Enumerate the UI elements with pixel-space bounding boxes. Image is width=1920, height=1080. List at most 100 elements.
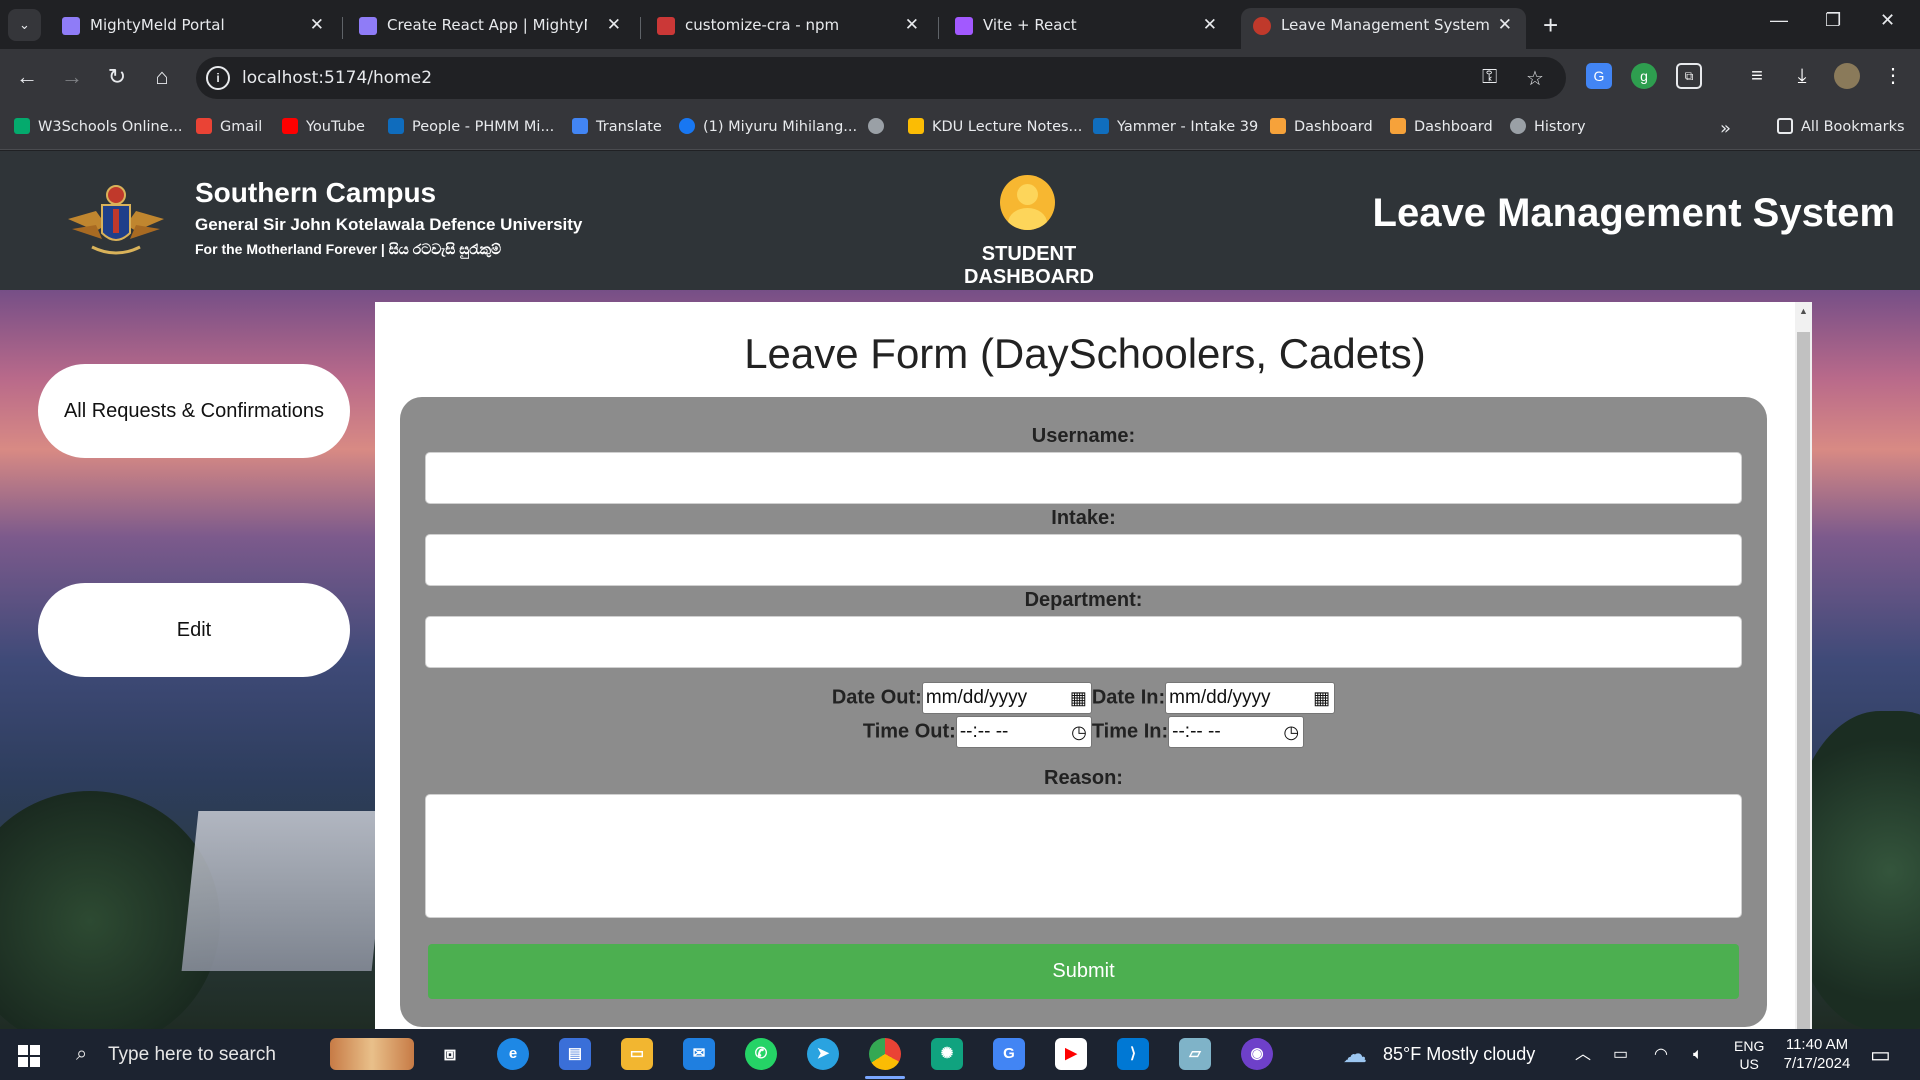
bookmark-translate[interactable]: Translate <box>572 118 662 135</box>
clock[interactable]: 11:40 AM 7/17/2024 <box>1772 1035 1862 1073</box>
grammar-extension-icon[interactable]: g <box>1631 63 1657 89</box>
bookmark-gmail[interactable]: Gmail <box>196 118 262 135</box>
store-icon[interactable]: ▤ <box>559 1038 591 1070</box>
calendar-icon[interactable]: ▦ <box>1313 683 1330 713</box>
all-requests-button[interactable]: All Requests & Confirmations <box>38 364 350 458</box>
language-indicator[interactable]: ENG US <box>1734 1037 1764 1073</box>
department-input[interactable] <box>425 616 1742 668</box>
close-tab-icon[interactable]: ✕ <box>310 8 324 42</box>
download-icon[interactable]: ⤓ <box>1789 63 1815 89</box>
chrome-icon[interactable] <box>869 1038 901 1070</box>
minimize-icon[interactable]: — <box>1770 10 1788 31</box>
notepad-icon[interactable]: ▱ <box>1179 1038 1211 1070</box>
date-in-picker[interactable]: mm/dd/yyyy ▦ <box>1165 682 1336 714</box>
telegram-icon[interactable]: ➤ <box>807 1038 839 1070</box>
google-translate-icon[interactable]: G <box>993 1038 1025 1070</box>
browser-tab-5-active[interactable]: Leave Management System KDU ✕ <box>1241 8 1526 49</box>
edit-button[interactable]: Edit <box>38 583 350 677</box>
page-viewport: Southern Campus General Sir John Kotelaw… <box>0 151 1920 1029</box>
dashboard-label: STUDENT DASHBOARD <box>964 243 1094 288</box>
scrollbar-thumb[interactable] <box>1797 332 1810 1029</box>
submit-button[interactable]: Submit <box>428 944 1739 999</box>
reason-textarea[interactable] <box>425 794 1742 918</box>
battery-icon[interactable]: ▭ <box>1613 1029 1628 1080</box>
bookmark-people[interactable]: People - PHMM Mi... <box>388 118 554 135</box>
task-view-icon[interactable]: ⧈ <box>434 1038 466 1070</box>
windows-start-icon[interactable] <box>18 1045 40 1067</box>
bookmark-globe[interactable] <box>868 118 892 135</box>
more-bookmarks-chevron-icon[interactable]: » <box>1720 118 1731 139</box>
home-icon[interactable]: ⌂ <box>147 63 177 91</box>
show-hidden-icons-chevron-icon[interactable]: ︿ <box>1575 1029 1591 1080</box>
notifications-icon[interactable]: ▭ <box>1870 1029 1891 1080</box>
all-bookmarks-label: All Bookmarks <box>1801 119 1905 135</box>
browser-tab-1[interactable]: MightyMeld Portal ✕ <box>50 8 338 49</box>
search-highlight-image[interactable] <box>330 1038 414 1070</box>
page-scrollbar[interactable]: ▲ <box>1795 302 1812 1029</box>
bookmark-w3schools[interactable]: W3Schools Online... <box>14 118 182 135</box>
wifi-icon[interactable]: ◠ <box>1654 1029 1668 1080</box>
reload-icon[interactable]: ↻ <box>102 63 132 91</box>
close-tab-icon[interactable]: ✕ <box>905 8 919 42</box>
time-out-picker[interactable]: --:-- -- ◷ <box>955 716 1092 748</box>
bookmark-dashboard-1[interactable]: Dashboard <box>1270 118 1373 135</box>
bookmark-history[interactable]: History <box>1510 118 1586 135</box>
bookmark-facebook[interactable]: (1) Miyuru Mihilang... <box>679 118 857 135</box>
address-bar[interactable]: i localhost:5174/home2 ⚿ ☆ <box>196 57 1566 99</box>
browser-tab-2[interactable]: Create React App | MightyMeld ✕ <box>347 8 635 49</box>
close-tab-icon[interactable]: ✕ <box>607 8 621 42</box>
bookmark-kdu-notes[interactable]: KDU Lecture Notes... <box>908 118 1082 135</box>
url-text[interactable]: localhost:5174/home2 <box>242 68 432 88</box>
student-avatar-icon[interactable] <box>1000 175 1055 230</box>
back-arrow-icon[interactable]: ← <box>12 63 42 91</box>
close-window-icon[interactable]: ✕ <box>1880 10 1895 31</box>
username-input[interactable] <box>425 452 1742 504</box>
close-tab-icon[interactable]: ✕ <box>1203 8 1217 42</box>
browser-tab-3[interactable]: customize-cra - npm ✕ <box>645 8 933 49</box>
taskbar-search-box[interactable]: ⌕ Type here to search <box>62 1029 312 1080</box>
password-key-icon[interactable]: ⚿ <box>1482 66 1497 89</box>
file-explorer-icon[interactable]: ▭ <box>621 1038 653 1070</box>
extensions-puzzle-icon[interactable]: ⧉ <box>1676 63 1702 89</box>
bookmark-label: Dashboard <box>1294 119 1373 135</box>
close-tab-icon[interactable]: ✕ <box>1498 8 1512 42</box>
restore-icon[interactable]: ❐ <box>1825 10 1841 31</box>
weather-text[interactable]: 85°F Mostly cloudy <box>1383 1029 1535 1080</box>
clock-icon[interactable]: ◷ <box>1071 717 1087 747</box>
tab-search-button[interactable]: ⌄ <box>8 9 41 41</box>
date-out-value: mm/dd/yyyy <box>925 687 1028 708</box>
browser-tab-4[interactable]: Vite + React ✕ <box>943 8 1231 49</box>
menu-kebab-icon[interactable]: ⋮ <box>1880 63 1906 89</box>
calendar-icon[interactable]: ▦ <box>1070 683 1087 713</box>
bookmark-star-icon[interactable]: ☆ <box>1526 66 1544 91</box>
scroll-up-arrow-icon[interactable]: ▲ <box>1799 306 1808 316</box>
bookmark-label: Translate <box>596 119 662 135</box>
whatsapp-icon[interactable]: ✆ <box>745 1038 777 1070</box>
site-header: Southern Campus General Sir John Kotelaw… <box>0 151 1920 290</box>
youtube-app-icon[interactable]: ▶ <box>1055 1038 1087 1070</box>
mail-icon[interactable]: ✉ <box>683 1038 715 1070</box>
github-desktop-icon[interactable]: ◉ <box>1241 1038 1273 1070</box>
bookmark-youtube[interactable]: YouTube <box>282 118 365 135</box>
google-translate-extension-icon[interactable]: G <box>1586 63 1612 89</box>
new-tab-button[interactable]: + <box>1543 10 1558 40</box>
vscode-icon[interactable]: ⟩ <box>1117 1038 1149 1070</box>
chatgpt-icon[interactable]: ✺ <box>931 1038 963 1070</box>
clock-date: 7/17/2024 <box>1783 1055 1851 1072</box>
weather-cloud-icon[interactable]: ☁ <box>1343 1029 1367 1080</box>
bookmark-yammer[interactable]: Yammer - Intake 39 <box>1093 118 1258 135</box>
media-control-icon[interactable]: ≡ <box>1744 63 1770 89</box>
tab-title: Leave Management System KDU <box>1281 16 1489 34</box>
date-out-picker[interactable]: mm/dd/yyyy ▦ <box>921 682 1092 714</box>
site-info-icon[interactable]: i <box>206 66 230 90</box>
all-bookmarks[interactable]: All Bookmarks <box>1777 118 1905 135</box>
profile-avatar-icon[interactable] <box>1834 63 1860 89</box>
edge-icon[interactable]: e <box>497 1038 529 1070</box>
clock-icon[interactable]: ◷ <box>1283 717 1299 747</box>
time-in-picker[interactable]: --:-- -- ◷ <box>1168 716 1305 748</box>
volume-icon[interactable]: 🔈︎ <box>1693 1029 1703 1080</box>
tab-divider <box>938 17 939 39</box>
intake-input[interactable] <box>425 534 1742 586</box>
bookmark-dashboard-2[interactable]: Dashboard <box>1390 118 1493 135</box>
forward-arrow-icon[interactable]: → <box>57 63 87 91</box>
